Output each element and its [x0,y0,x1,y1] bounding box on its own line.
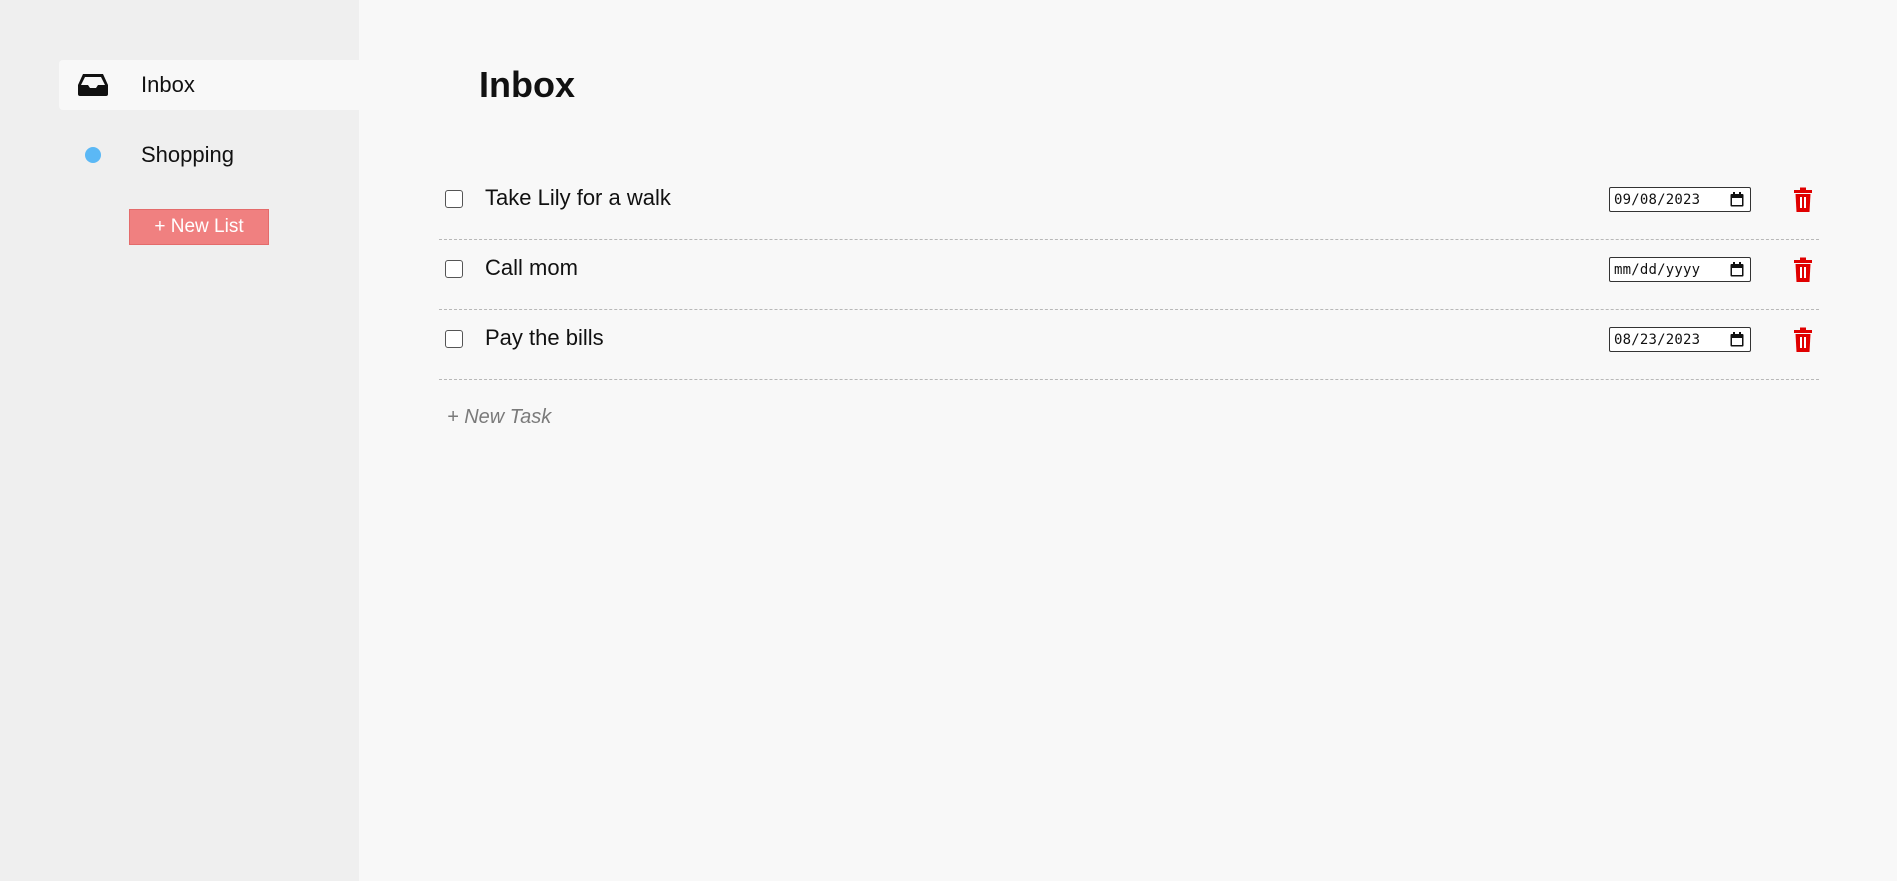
task-title[interactable]: Take Lily for a walk [485,185,671,211]
sidebar-item-shopping[interactable]: Shopping [59,130,359,180]
main-content: Inbox Take Lily for a walk 09/08/2023 Ca… [359,0,1897,881]
dot-icon [85,147,101,163]
new-task-button[interactable]: + New Task [447,406,551,429]
due-date-input[interactable]: 09/08/2023 [1609,187,1751,212]
page-title: Inbox [479,64,575,105]
due-date-value: 09/08/2023 [1614,191,1701,208]
icon-slot [59,147,127,163]
inbox-icon [59,73,127,97]
calendar-icon[interactable] [1728,261,1746,279]
app-root: Inbox Shopping + New List Inbox Take Lil… [0,0,1897,881]
trash-icon[interactable] [1792,257,1814,283]
task-title[interactable]: Call mom [485,255,578,281]
task-list: Take Lily for a walk 09/08/2023 Call mom… [439,170,1819,429]
sidebar-item-label: Inbox [141,72,195,97]
trash-icon[interactable] [1792,327,1814,353]
task-checkbox[interactable] [445,190,463,208]
due-date-input[interactable]: 08/23/2023 [1609,327,1751,352]
task-row: Call mom mm/dd/yyyy [439,240,1819,310]
trash-icon[interactable] [1792,187,1814,213]
task-checkbox[interactable] [445,330,463,348]
sidebar: Inbox Shopping + New List [0,0,359,881]
due-date-value: mm/dd/yyyy [1614,261,1701,278]
task-checkbox[interactable] [445,260,463,278]
new-list-button[interactable]: + New List [129,209,269,245]
calendar-icon[interactable] [1728,191,1746,209]
due-date-value: 08/23/2023 [1614,331,1701,348]
task-row: Take Lily for a walk 09/08/2023 [439,170,1819,240]
task-row: Pay the bills 08/23/2023 [439,310,1819,380]
sidebar-item-inbox[interactable]: Inbox [59,60,359,110]
sidebar-item-label: Shopping [141,142,234,167]
due-date-input[interactable]: mm/dd/yyyy [1609,257,1751,282]
calendar-icon[interactable] [1728,331,1746,349]
task-title[interactable]: Pay the bills [485,325,604,351]
